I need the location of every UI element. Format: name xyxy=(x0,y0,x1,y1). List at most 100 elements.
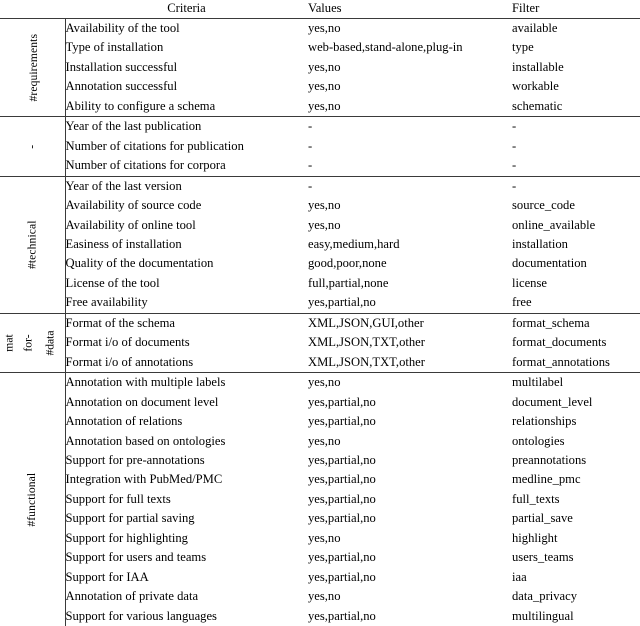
cell-criteria: Support for IAA xyxy=(64,567,308,588)
cell-values: yes,partial,no xyxy=(308,491,376,506)
cell-values: XML,JSON,TXT,other xyxy=(308,335,425,350)
table-row: Number of citations for corpora - - xyxy=(0,156,640,177)
cell-filter: type xyxy=(512,40,534,55)
group-label-2: #technical xyxy=(0,175,66,314)
table-row: Format i/o of annotations XML,JSON,TXT,ot… xyxy=(0,352,640,373)
table-row: Format i/o of documents XML,JSON,TXT,othe… xyxy=(0,333,640,353)
criteria-table: Criteria Values Filter #requirements Availab… xyxy=(0,0,640,626)
cell-filter: partial_save xyxy=(512,511,573,526)
cell-filter: format_documents xyxy=(512,335,607,350)
cell-values: yes,partial,no xyxy=(308,452,376,467)
table-row: Support for partial saving yes,partial,no… xyxy=(0,509,640,529)
cell-values: yes,partial,no xyxy=(308,414,376,429)
cell-values: - xyxy=(308,116,512,137)
table-row: Annotation successful yes,no workable xyxy=(0,77,640,97)
table-row: Support for users and teams yes,partial,n… xyxy=(0,548,640,568)
group-label-text: #technical xyxy=(25,220,39,270)
cell-filter: - xyxy=(512,175,640,197)
cell-criteria: Ability to configure a schema xyxy=(64,96,308,117)
cell-values: yes,no xyxy=(308,530,341,545)
group-label-text: - xyxy=(25,144,39,149)
cell-criteria: Quality of the documentation xyxy=(64,254,308,274)
group-label-3: mat for- #data xyxy=(0,312,66,373)
cell-filter: full_texts xyxy=(512,491,560,506)
cell-values: yes,no xyxy=(308,217,341,232)
cell-filter: - xyxy=(512,158,517,173)
cell-filter: users_teams xyxy=(512,550,574,565)
table-row: Easiness of installation easy,medium,hard… xyxy=(0,234,640,255)
header-values: Values xyxy=(308,1,342,15)
cell-values: yes,partial,no xyxy=(308,394,376,409)
cell-filter: installable xyxy=(512,59,564,74)
table-row: Quality of the documentation good,poor,no… xyxy=(0,254,640,274)
cell-values: - xyxy=(308,138,313,153)
table-row: Ability to configure a schema yes,no schem… xyxy=(0,96,640,117)
table-row: Annotation of relations yes,partial,no rel… xyxy=(0,412,640,432)
cell-filter: format_schema xyxy=(512,312,640,334)
table-row: License of the tool full,partial,none lice… xyxy=(0,273,640,294)
cell-filter: ontologies xyxy=(512,433,565,448)
cell-filter: license xyxy=(512,275,547,290)
cell-criteria: License of the tool xyxy=(64,273,308,294)
cell-values: full,partial,none xyxy=(308,275,389,290)
cell-criteria: Annotation with multiple labels xyxy=(64,372,308,393)
cell-filter: available xyxy=(512,18,640,39)
cell-criteria: Year of the last version xyxy=(64,175,308,197)
cell-values: yes,no xyxy=(308,98,341,113)
table-row: Support for highlighting yes,no highlight xyxy=(0,528,640,549)
cell-filter: installation xyxy=(512,236,568,251)
cell-filter: workable xyxy=(512,79,559,94)
criteria-table-container: Criteria Values Filter #requirements Availab… xyxy=(0,0,640,626)
cell-values: yes,no xyxy=(308,372,512,393)
cell-filter: schematic xyxy=(512,98,563,113)
table-row: Support for IAA yes,partial,no iaa xyxy=(0,567,640,588)
cell-filter: relationships xyxy=(512,414,577,429)
cell-filter: data_privacy xyxy=(512,589,578,604)
cell-values: yes,no xyxy=(308,433,341,448)
cell-values: yes,no xyxy=(308,18,512,39)
table-row: #requirements Availability of the tool yes… xyxy=(0,17,640,117)
cell-criteria: Number of citations for publication xyxy=(64,136,308,157)
cell-criteria: Annotation based on ontologies xyxy=(64,431,308,451)
group-label-line: #data xyxy=(43,330,57,356)
cell-values: yes,partial,no xyxy=(308,511,376,526)
table-row: Integration with PubMed/PMC yes,partial,n… xyxy=(0,470,640,490)
cell-filter: highlight xyxy=(512,530,558,545)
cell-values: yes,partial,no xyxy=(308,608,376,623)
cell-filter: multilabel xyxy=(512,372,640,393)
table-row: Support for various languages yes,partial… xyxy=(0,606,640,626)
cell-criteria: Type of installation xyxy=(64,38,308,58)
cell-criteria: Year of the last publication xyxy=(64,116,308,137)
cell-values: yes,no xyxy=(308,59,341,74)
table-row: #technical Year of the last version - - xyxy=(0,175,640,314)
table-row: Availability of source code yes,no source_… xyxy=(0,196,640,216)
table-row: Availability of online tool yes,no online_… xyxy=(0,215,640,235)
cell-values: - xyxy=(308,158,313,173)
table-row: Annotation based on ontologies yes,no onto… xyxy=(0,431,640,451)
cell-criteria: Support for various languages xyxy=(64,606,308,626)
header-criteria: Criteria xyxy=(167,1,206,15)
table-row: Free availability yes,partial,no free xyxy=(0,293,640,314)
cell-values: XML,JSON,TXT,other xyxy=(308,354,425,369)
table-header-row: Criteria Values Filter xyxy=(0,0,640,19)
cell-filter: source_code xyxy=(512,198,575,213)
cell-criteria: Format i/o of documents xyxy=(64,333,308,353)
cell-values: XML,JSON,GUI,other xyxy=(308,312,512,334)
cell-filter: documentation xyxy=(512,256,587,271)
cell-filter: online_available xyxy=(512,217,596,232)
cell-filter: format_annotations xyxy=(512,354,610,369)
cell-filter: - xyxy=(512,116,640,137)
cell-criteria: Support for pre-annotations xyxy=(64,450,308,471)
cell-values: yes,partial,no xyxy=(308,569,376,584)
table-row: Number of citations for publication - - xyxy=(0,136,640,157)
header-filter: Filter xyxy=(512,1,540,15)
cell-criteria: Integration with PubMed/PMC xyxy=(64,470,308,490)
header-group-blank xyxy=(0,0,65,19)
cell-values: good,poor,none xyxy=(308,256,387,271)
cell-criteria: Annotation on document level xyxy=(64,392,308,413)
cell-values: yes,partial,no xyxy=(308,295,376,310)
table-row: Annotation on document level yes,partial,… xyxy=(0,392,640,413)
table-row: - Year of the last publication - - xyxy=(0,116,640,177)
group-label-1: - xyxy=(0,116,66,177)
cell-values: yes,partial,no xyxy=(308,550,376,565)
